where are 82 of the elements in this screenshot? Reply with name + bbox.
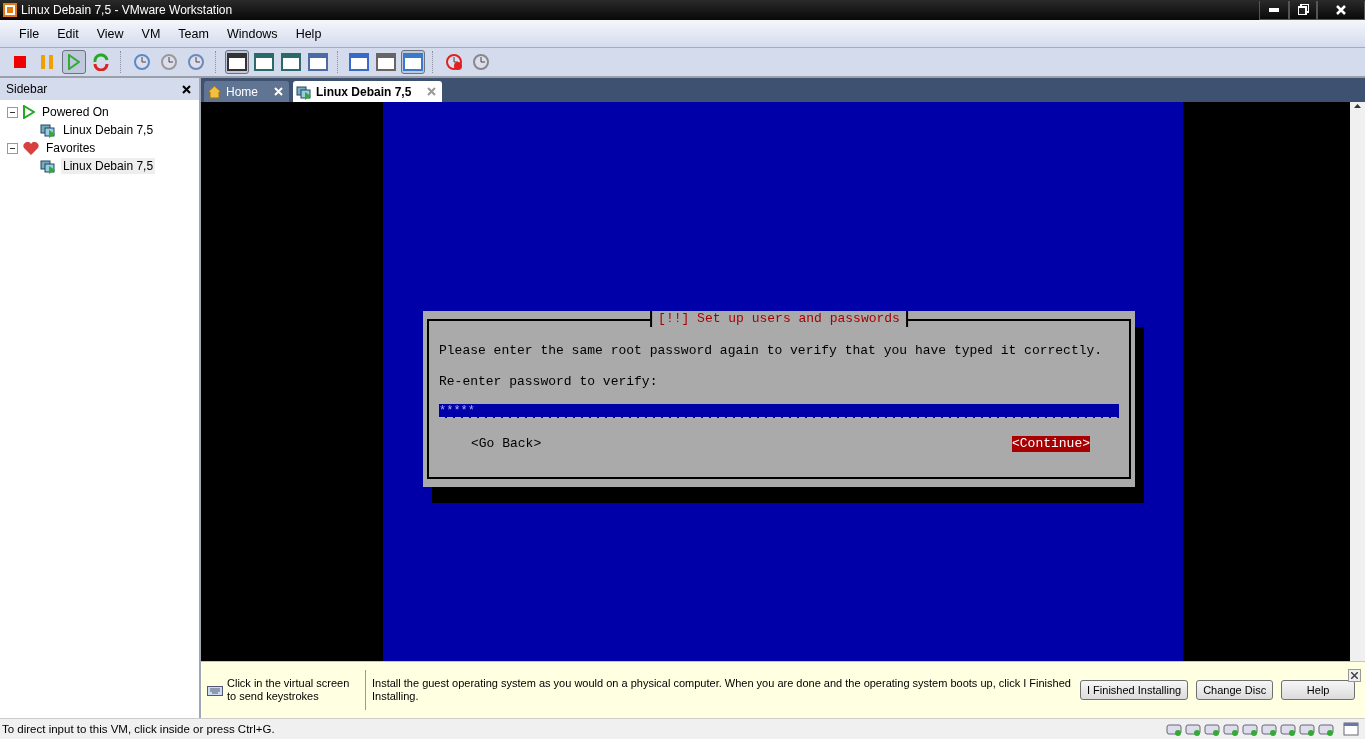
close-icon[interactable]: [182, 84, 191, 94]
close-icon: [1336, 4, 1346, 15]
status-text: To direct input to this VM, click inside or press Ctrl+G.: [2, 723, 276, 735]
close-button[interactable]: [1348, 669, 1361, 682]
device-icon[interactable]: [1185, 722, 1201, 736]
toolbar-button[interactable]: [279, 50, 303, 74]
hint-message: Install the guest operating system as you would on a physical computer. When you are done and the operating system boots up, click I Finished Installing.: [372, 677, 1072, 703]
clock-icon: [445, 53, 463, 71]
device-icon[interactable]: [1223, 722, 1239, 736]
pause-icon: [41, 55, 53, 69]
window-icon: [254, 53, 274, 71]
restore-icon: [1297, 4, 1309, 15]
window-icon: [308, 53, 328, 71]
menu-item[interactable]: Edit: [48, 26, 88, 41]
minus-icon: [10, 147, 15, 149]
tab[interactable]: Home: [204, 81, 289, 102]
tree-item[interactable]: Favorites: [44, 140, 98, 156]
clock-icon: [472, 53, 490, 71]
close-icon: [1351, 671, 1358, 679]
window-icon: [376, 53, 396, 71]
device-icon[interactable]: [1261, 722, 1277, 736]
password-field[interactable]: *****: [439, 404, 1119, 418]
heart-icon: [23, 141, 39, 155]
menu-item[interactable]: Team: [169, 26, 218, 41]
dialog-button[interactable]: <Go Back>: [471, 436, 542, 452]
restore-button[interactable]: [1289, 0, 1317, 20]
clock-icon: [187, 53, 205, 71]
tree-item[interactable]: Powered On: [40, 104, 111, 120]
hint-button[interactable]: Change Disc: [1196, 680, 1274, 700]
scrollbar[interactable]: [1350, 102, 1365, 661]
refresh-icon: [92, 53, 110, 71]
menu-item[interactable]: File: [10, 26, 49, 41]
dialog-button[interactable]: <Continue>: [1012, 436, 1090, 452]
vm-icon: [40, 158, 56, 174]
keyboard-hint: Click in the virtual screen to send keystrokes: [227, 677, 351, 703]
toolbar-button[interactable]: [225, 50, 249, 74]
window-icon: [281, 53, 301, 71]
device-icon[interactable]: [1242, 722, 1258, 736]
tree-item[interactable]: Linux Debain 7,5: [61, 122, 156, 138]
stop-icon: [14, 56, 26, 68]
home-icon: [207, 84, 222, 99]
window-title: Linux Debain 7,5 - VMware Workstation: [21, 3, 234, 17]
vm-icon: [40, 122, 56, 138]
toolbar-button[interactable]: [374, 50, 398, 74]
play-icon: [68, 54, 80, 70]
minimize-icon: [1269, 7, 1279, 12]
menu-item[interactable]: VM: [132, 26, 170, 41]
field-label: Re-enter password to verify:: [439, 374, 659, 389]
clock-icon: [133, 53, 151, 71]
menu-item[interactable]: View: [87, 26, 133, 41]
device-icon[interactable]: [1280, 722, 1296, 736]
device-icon[interactable]: [1299, 722, 1315, 736]
toolbar-button[interactable]: [252, 50, 276, 74]
sidebar-title: Sidebar: [6, 82, 48, 96]
collapse-toggle[interactable]: [7, 142, 18, 154]
vm-icon: [296, 83, 312, 100]
menu-item[interactable]: Help: [286, 26, 331, 41]
tab[interactable]: Linux Debain 7,5: [293, 81, 443, 102]
arrow-up-icon: [1354, 104, 1361, 108]
toolbar-button[interactable]: [306, 50, 330, 74]
device-icon[interactable]: [1318, 722, 1334, 736]
menu-item[interactable]: Windows: [217, 26, 287, 41]
app-icon: [3, 3, 17, 17]
window-icon: [403, 53, 423, 71]
dialog-message: Please enter the same root password again to verify that you have typed it correctly.: [439, 343, 1104, 358]
hint-button[interactable]: Help: [1281, 680, 1356, 700]
vm-screen[interactable]: [!!] Set up users and passwords Please enter the same root password again to verify that you have typed it correctly. Re-enter password to verify: ***** <Go Back> <Continue>: [383, 102, 1183, 661]
dialog-title: [!!] Set up users and passwords: [650, 311, 908, 327]
keyboard-icon: [207, 684, 223, 696]
close-button[interactable]: [1317, 0, 1365, 20]
minus-icon: [10, 111, 15, 113]
tree-item[interactable]: Linux Debain 7,5: [61, 158, 156, 174]
collapse-toggle[interactable]: [7, 106, 18, 118]
minimize-button[interactable]: [1259, 0, 1289, 20]
device-icon[interactable]: [1204, 722, 1220, 736]
device-icon[interactable]: [1166, 722, 1182, 736]
window-icon: [349, 53, 369, 71]
play-icon: [23, 105, 35, 119]
hint-button[interactable]: I Finished Installing: [1080, 680, 1189, 700]
window-icon[interactable]: [1343, 722, 1359, 736]
clock-icon: [160, 53, 178, 71]
window-icon: [227, 53, 247, 71]
